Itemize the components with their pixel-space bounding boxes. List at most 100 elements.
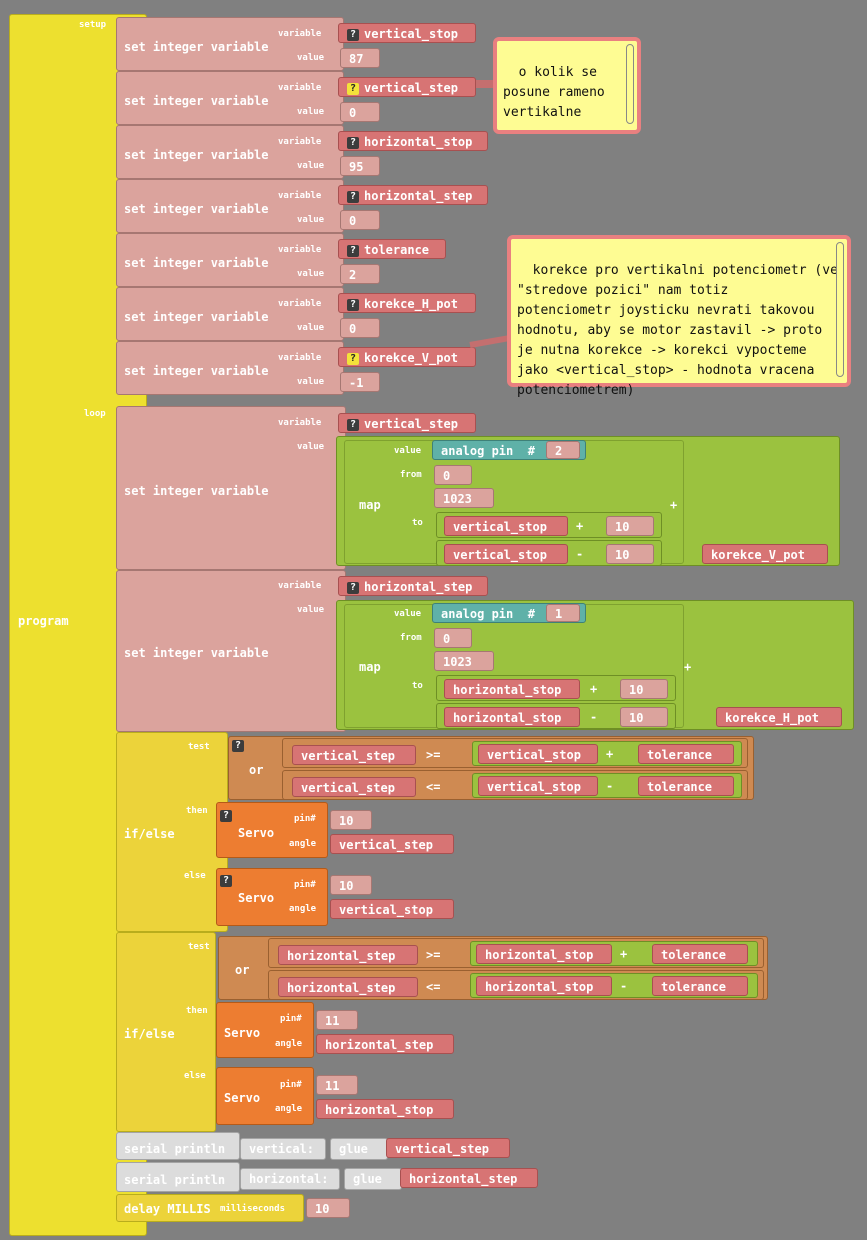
variable-name-chip[interactable]: ? vertical_stop	[338, 23, 476, 43]
value-chip[interactable]: -1	[340, 372, 380, 392]
map-from-high[interactable]: 1023	[434, 651, 494, 671]
comment-scrollbar[interactable]	[836, 242, 844, 377]
servo-pin-value[interactable]: 10	[330, 875, 372, 895]
value-label: value	[297, 215, 325, 225]
to-low-variable[interactable]: vertical_stop	[444, 516, 568, 536]
pin-label: pin#	[294, 814, 316, 824]
test-label: test	[188, 942, 210, 952]
set-block-label: set integer variable	[124, 484, 269, 498]
vertical-step-variable-chip[interactable]: ? vertical_step	[338, 413, 476, 433]
servo-angle-var[interactable]: horizontal_stop	[316, 1099, 454, 1119]
to-low-variable[interactable]: horizontal_stop	[444, 679, 580, 699]
help-icon[interactable]: ?	[347, 353, 359, 365]
correction-variable[interactable]: korekce_H_pot	[716, 707, 842, 727]
map-from-high[interactable]: 1023	[434, 488, 494, 508]
map-label: map	[359, 498, 381, 512]
then-label: then	[186, 806, 208, 816]
set-block-label: set integer variable	[124, 310, 269, 324]
comment-bubble-korekce[interactable]: korekce pro vertikalni potenciometr (ve …	[507, 235, 851, 398]
serial-var-vertical[interactable]: vertical_step	[386, 1138, 510, 1158]
delay-value[interactable]: 10	[306, 1198, 350, 1218]
compare-right-var[interactable]: horizontal_stop	[476, 944, 612, 964]
value-chip[interactable]: 95	[340, 156, 380, 176]
to-low-number[interactable]: 10	[620, 679, 668, 699]
servo-pin-value[interactable]: 11	[316, 1075, 358, 1095]
analog-pin-number[interactable]: 2	[546, 441, 580, 459]
glue-block[interactable]: glue	[344, 1168, 402, 1190]
to-low-number[interactable]: 10	[606, 516, 654, 536]
help-icon[interactable]: ?	[220, 875, 232, 887]
value-label: value	[297, 377, 325, 387]
variable-name-chip[interactable]: ? horizontal_step	[338, 185, 488, 205]
compare-left-var[interactable]: vertical_step	[292, 777, 416, 797]
variable-name-chip[interactable]: ? korekce_V_pot	[338, 347, 476, 367]
tolerance-var[interactable]: tolerance	[652, 976, 748, 996]
glue-block[interactable]: glue	[330, 1138, 388, 1160]
comment-bubble-vertical-step[interactable]: o kolik se posune rameno vertikalne	[493, 37, 641, 134]
variable-label: variable	[278, 353, 322, 363]
variable-label: variable	[278, 299, 322, 309]
help-icon[interactable]: ?	[347, 582, 359, 594]
help-icon[interactable]: ?	[347, 419, 359, 431]
help-icon[interactable]: ?	[347, 83, 359, 95]
value-label: value	[394, 446, 422, 456]
tolerance-var[interactable]: tolerance	[638, 744, 734, 764]
servo-angle-var[interactable]: vertical_stop	[330, 899, 454, 919]
help-icon[interactable]: ?	[347, 191, 359, 203]
horizontal-step-variable-chip[interactable]: ? horizontal_step	[338, 576, 488, 596]
help-icon[interactable]: ?	[347, 137, 359, 149]
compare-left-var[interactable]: horizontal_step	[278, 977, 418, 997]
analog-pin-number[interactable]: 1	[546, 604, 580, 622]
map-from-low[interactable]: 0	[434, 465, 472, 485]
variable-name-chip[interactable]: ? korekce_H_pot	[338, 293, 476, 313]
compare-right-var[interactable]: horizontal_stop	[476, 976, 612, 996]
tolerance-var[interactable]: tolerance	[652, 944, 748, 964]
loop-label: loop	[84, 409, 106, 419]
help-icon[interactable]: ?	[347, 245, 359, 257]
compare-left-var[interactable]: horizontal_step	[278, 945, 418, 965]
servo-pin-value[interactable]: 11	[316, 1010, 358, 1030]
variable-name: vertical_step	[364, 81, 458, 95]
value-chip[interactable]: 0	[340, 210, 380, 230]
plus-operator: +	[684, 660, 692, 674]
servo-angle-var[interactable]: horizontal_step	[316, 1034, 454, 1054]
value-chip[interactable]: 2	[340, 264, 380, 284]
value-chip[interactable]: 0	[340, 102, 380, 122]
variable-name-chip[interactable]: ? horizontal_stop	[338, 131, 488, 151]
variable-name-chip[interactable]: ? tolerance	[338, 239, 446, 259]
servo-angle-var[interactable]: vertical_step	[330, 834, 454, 854]
servo-pin-value[interactable]: 10	[330, 810, 372, 830]
variable-name: korekce_V_pot	[364, 351, 458, 365]
serial-println-label: serial println	[124, 1142, 226, 1156]
value-chip[interactable]: 87	[340, 48, 380, 68]
help-icon[interactable]: ?	[220, 810, 232, 822]
compare-left-var[interactable]: vertical_step	[292, 745, 416, 765]
help-icon[interactable]: ?	[232, 740, 244, 752]
help-icon[interactable]: ?	[347, 299, 359, 311]
to-high-variable[interactable]: horizontal_stop	[444, 707, 580, 727]
to-high-variable[interactable]: vertical_stop	[444, 544, 568, 564]
correction-variable[interactable]: korekce_V_pot	[702, 544, 828, 564]
comment-scrollbar[interactable]	[626, 44, 634, 124]
serial-var-horizontal[interactable]: horizontal_step	[400, 1168, 538, 1188]
pin-label: pin#	[280, 1014, 302, 1024]
variable-label: variable	[278, 83, 322, 93]
plus-operator: +	[620, 947, 628, 961]
help-icon[interactable]: ?	[347, 29, 359, 41]
compare-right-var[interactable]: vertical_stop	[478, 776, 598, 796]
tolerance-var[interactable]: tolerance	[638, 776, 734, 796]
value-chip[interactable]: 0	[340, 318, 380, 338]
serial-text-vertical[interactable]: vertical:	[240, 1138, 326, 1160]
map-label: map	[359, 660, 381, 674]
else-label: else	[184, 871, 206, 881]
map-from-low[interactable]: 0	[434, 628, 472, 648]
angle-label: angle	[289, 839, 317, 849]
to-high-number[interactable]: 10	[606, 544, 654, 564]
variable-name-chip[interactable]: ? vertical_step	[338, 77, 476, 97]
delay-label: delay MILLIS	[124, 1202, 211, 1216]
value-label: value	[297, 53, 325, 63]
value-label: value	[297, 605, 325, 615]
serial-text-horizontal[interactable]: horizontal:	[240, 1168, 340, 1190]
to-high-number[interactable]: 10	[620, 707, 668, 727]
compare-right-var[interactable]: vertical_stop	[478, 744, 598, 764]
